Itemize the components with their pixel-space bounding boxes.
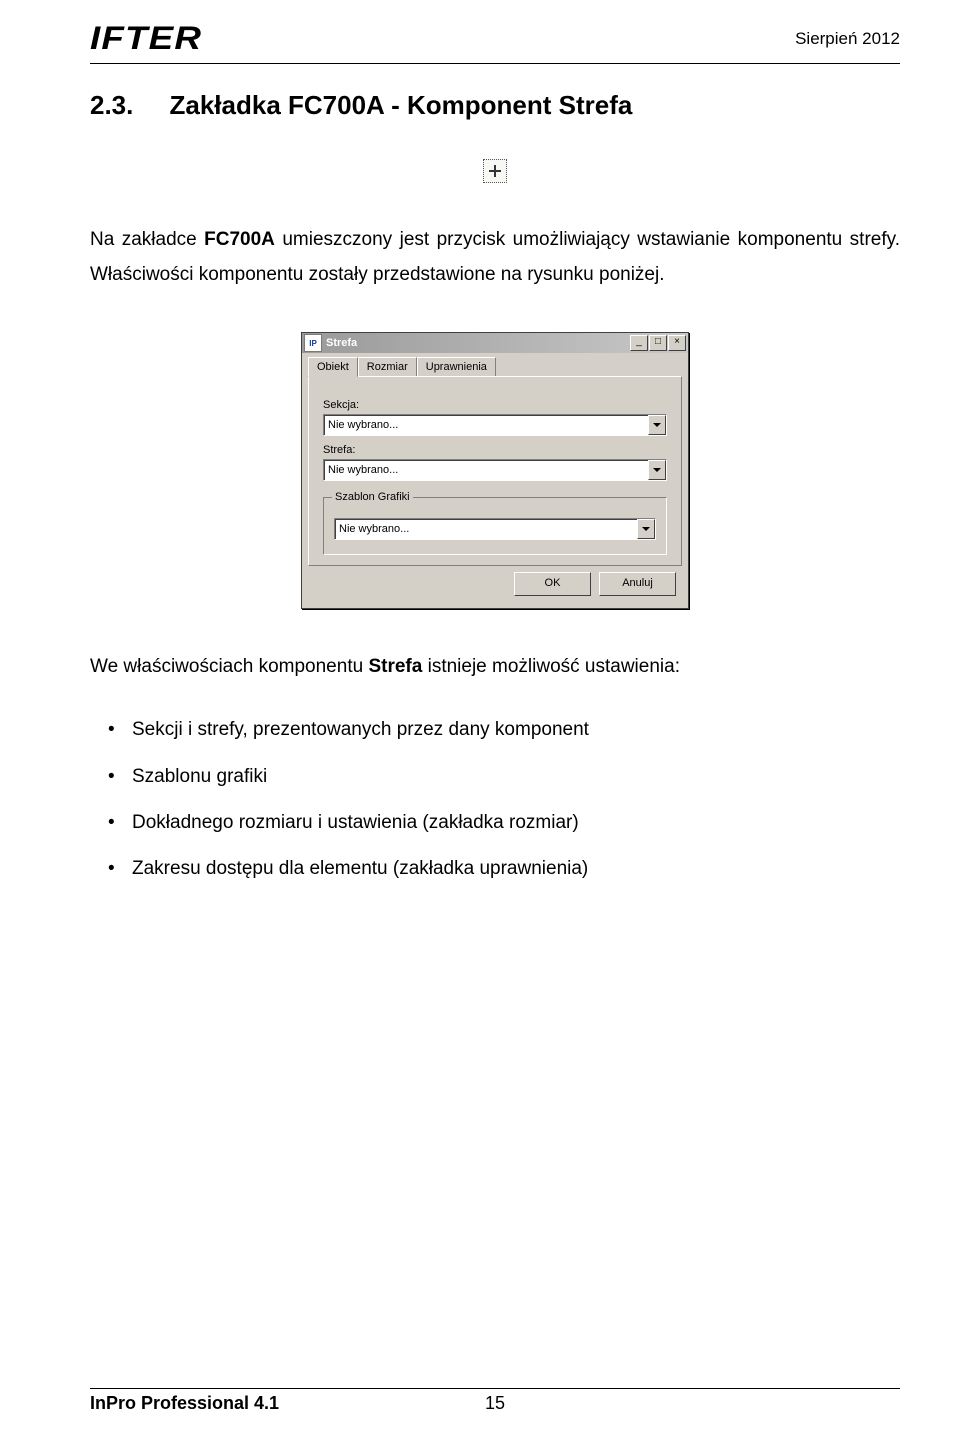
section-title-text: Zakładka FC700A - Komponent Strefa: [170, 90, 633, 120]
label-strefa: Strefa:: [323, 444, 667, 456]
plus-icon: [483, 159, 507, 183]
tab-strip: Obiekt Rozmiar Uprawnienia: [302, 353, 688, 376]
strefa-dialog: IP Strefa _ □ × Obiekt Rozmiar Uprawnien…: [301, 332, 689, 609]
ok-button[interactable]: OK: [514, 572, 591, 596]
szablon-groupbox: Szablon Grafiki Nie wybrano...: [323, 497, 667, 555]
sekcja-value: Nie wybrano...: [324, 419, 648, 431]
settings-intro-post: istnieje możliwość ustawienia:: [422, 656, 680, 677]
dialog-title: Strefa: [326, 337, 630, 349]
list-item: Zakresu dostępu dla elementu (zakładka u…: [118, 851, 900, 887]
tab-rozmiar[interactable]: Rozmiar: [358, 357, 417, 376]
intro-pre: Na zakładce: [90, 229, 204, 250]
header-rule: [90, 63, 900, 64]
dialog-titlebar: IP Strefa _ □ ×: [302, 333, 688, 353]
list-item: Dokładnego rozmiaru i ustawienia (zakład…: [118, 805, 900, 841]
chevron-down-icon[interactable]: [648, 415, 666, 435]
settings-intro: We właściwościach komponentu Strefa istn…: [90, 649, 900, 684]
chevron-down-icon[interactable]: [637, 519, 655, 539]
sekcja-dropdown[interactable]: Nie wybrano...: [323, 414, 667, 436]
tab-obiekt[interactable]: Obiekt: [308, 357, 358, 377]
strefa-value: Nie wybrano...: [324, 464, 648, 476]
intro-bold: FC700A: [204, 229, 275, 250]
tab-uprawnienia[interactable]: Uprawnienia: [417, 357, 496, 376]
szablon-dropdown[interactable]: Nie wybrano...: [334, 518, 656, 540]
list-item: Sekcji i strefy, prezentowanych przez da…: [118, 712, 900, 748]
maximize-button[interactable]: □: [649, 335, 667, 351]
tab-panel-obiekt: Sekcja: Nie wybrano... Strefa: Nie wybra…: [308, 376, 682, 566]
brand-logo: IFTER: [90, 20, 202, 57]
szablon-value: Nie wybrano...: [335, 523, 637, 535]
strefa-dropdown[interactable]: Nie wybrano...: [323, 459, 667, 481]
settings-intro-pre: We właściwościach komponentu: [90, 656, 368, 677]
app-icon: IP: [304, 334, 322, 352]
close-button[interactable]: ×: [668, 335, 686, 351]
intro-paragraph: Na zakładce FC700A umieszczony jest przy…: [90, 222, 900, 292]
label-sekcja: Sekcja:: [323, 399, 667, 411]
minimize-button[interactable]: _: [630, 335, 648, 351]
header-date: Sierpień 2012: [795, 29, 900, 49]
settings-list: Sekcji i strefy, prezentowanych przez da…: [90, 712, 900, 886]
settings-intro-bold: Strefa: [368, 656, 422, 677]
page-number: 15: [485, 1393, 505, 1414]
section-heading: 2.3. Zakładka FC700A - Komponent Strefa: [90, 90, 900, 121]
cancel-button[interactable]: Anuluj: [599, 572, 676, 596]
list-item: Szablonu grafiki: [118, 759, 900, 795]
section-number: 2.3.: [90, 90, 133, 120]
chevron-down-icon[interactable]: [648, 460, 666, 480]
footer-rule: [90, 1388, 900, 1389]
groupbox-label: Szablon Grafiki: [332, 491, 413, 503]
component-icon-display: [90, 159, 900, 188]
